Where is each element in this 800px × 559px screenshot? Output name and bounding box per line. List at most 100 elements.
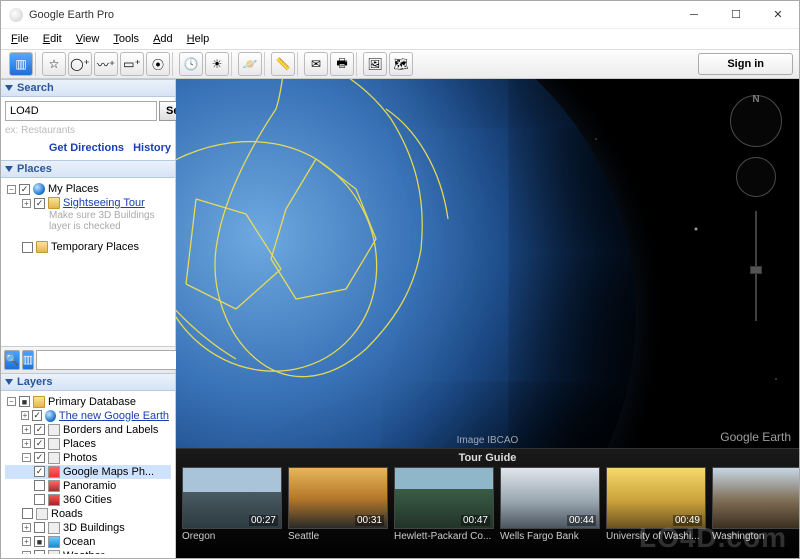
thumb-caption: Hewlett-Packard Co... [394, 529, 494, 542]
layer-icon [48, 550, 60, 555]
path-button[interactable]: 〰⁺ [94, 52, 118, 76]
layer-icon [48, 424, 60, 436]
zoom-handle[interactable] [750, 266, 762, 274]
layer-roads[interactable]: Roads [5, 507, 171, 521]
temporary-places-node[interactable]: Temporary Places [5, 240, 171, 254]
layer-ocean[interactable]: +■ Ocean [5, 535, 171, 549]
time-slider-button[interactable]: 🕓 [179, 52, 203, 76]
menu-tools[interactable]: Tools [107, 31, 145, 47]
layer-primary-db[interactable]: −■ Primary Database [5, 395, 171, 409]
layer-360cities[interactable]: 360 Cities [5, 493, 171, 507]
close-button[interactable]: ✕ [757, 1, 799, 29]
thumb-caption: Oregon [182, 529, 282, 542]
layer-borders[interactable]: +✓ Borders and Labels [5, 423, 171, 437]
layer-icon [36, 508, 48, 520]
globe-icon [33, 183, 45, 195]
globe-view[interactable]: N Google Earth Image IBCAO Tour Guide 00… [176, 79, 799, 558]
menu-edit[interactable]: Edit [37, 31, 68, 47]
toggle-sidebar-button[interactable]: ▥ [9, 52, 33, 76]
signin-button[interactable]: Sign in [698, 53, 793, 75]
layer-icon [48, 536, 60, 548]
play-tour-button[interactable]: ▥ [22, 350, 34, 370]
layer-3d-buildings[interactable]: + 3D Buildings [5, 521, 171, 535]
places-panel-label: Places [17, 163, 52, 175]
globe-icon [45, 410, 56, 422]
sightseeing-hint: Make sure 3D Buildings layer is checked [49, 210, 171, 232]
tour-thumb[interactable]: 00:49University of Washi... [606, 467, 706, 542]
layer-photos[interactable]: −✓ Photos [5, 451, 171, 465]
layers-panel-header[interactable]: Layers [1, 373, 175, 391]
layer-icon [48, 494, 60, 506]
duration-label: 00:27 [249, 515, 278, 526]
minimize-button[interactable]: ─ [673, 1, 715, 29]
menu-view[interactable]: View [70, 31, 106, 47]
expander-icon[interactable]: + [22, 199, 31, 208]
checkbox[interactable] [22, 242, 33, 253]
menu-add[interactable]: Add [147, 31, 179, 47]
history-link[interactable]: History [133, 142, 171, 154]
folder-icon [33, 396, 45, 408]
email-button[interactable]: ✉ [304, 52, 328, 76]
layer-weather[interactable]: + Weather [5, 549, 171, 555]
view-maps-button[interactable]: 🗺 [389, 52, 413, 76]
duration-label: 00:47 [461, 515, 490, 526]
planets-button[interactable]: 🪐 [238, 52, 262, 76]
tour-guide-panel: Tour Guide 00:27 Oregon 00:31Seattle 00:47 H… [176, 448, 799, 558]
layers-panel-label: Layers [17, 376, 52, 388]
places-filter-input[interactable] [36, 350, 180, 370]
layer-icon [48, 480, 60, 492]
checkbox[interactable]: ✓ [19, 184, 30, 195]
thumb-caption: Seattle [288, 529, 388, 542]
north-indicator: N [752, 94, 759, 105]
duration-label: 00:49 [673, 515, 702, 526]
search-hint: ex: Restaurants [5, 123, 171, 138]
sunlight-button[interactable]: ☀ [205, 52, 229, 76]
look-compass[interactable]: N [730, 95, 782, 147]
save-image-button[interactable]: 🖼 [363, 52, 387, 76]
sightseeing-label[interactable]: Sightseeing Tour [63, 197, 145, 209]
sightseeing-node[interactable]: + ✓ Sightseeing Tour [5, 196, 171, 210]
thumb-caption: Washington [712, 529, 799, 542]
app-icon [9, 8, 23, 22]
window-title: Google Earth Pro [29, 9, 673, 21]
layer-icon [48, 452, 60, 464]
search-places-button[interactable]: 🔍 [4, 350, 20, 370]
tour-thumb[interactable]: Washington [712, 467, 799, 542]
ruler-button[interactable]: 📏 [271, 52, 295, 76]
print-button[interactable]: 🖶 [330, 52, 354, 76]
layer-icon [48, 522, 60, 534]
my-places-node[interactable]: − ✓ My Places [5, 182, 171, 196]
placemark-button[interactable]: ☆ [42, 52, 66, 76]
tour-thumb[interactable]: 00:44 Wells Fargo Bank [500, 467, 600, 542]
move-joystick[interactable] [736, 157, 776, 197]
collapse-icon [5, 166, 13, 172]
layer-panoramio[interactable]: Panoramio [5, 479, 171, 493]
tour-thumb[interactable]: 00:27 Oregon [182, 467, 282, 542]
search-input[interactable] [5, 101, 157, 121]
zoom-slider[interactable] [755, 211, 757, 321]
menu-bar: File Edit View Tools Add Help [1, 29, 799, 49]
maximize-button[interactable]: ☐ [715, 1, 757, 29]
tour-guide-title: Tour Guide [176, 449, 799, 467]
search-panel-label: Search [17, 82, 54, 94]
layer-places[interactable]: +✓ Places [5, 437, 171, 451]
menu-help[interactable]: Help [181, 31, 216, 47]
image-overlay-button[interactable]: ▭⁺ [120, 52, 144, 76]
temporary-places-label: Temporary Places [51, 241, 139, 253]
duration-label: 00:44 [567, 515, 596, 526]
get-directions-link[interactable]: Get Directions [49, 142, 124, 154]
thumb-caption: Wells Fargo Bank [500, 529, 600, 542]
record-tour-button[interactable]: ⦿ [146, 52, 170, 76]
collapse-icon [5, 379, 13, 385]
tour-thumb[interactable]: 00:47 Hewlett-Packard Co... [394, 467, 494, 542]
places-panel-header[interactable]: Places [1, 160, 175, 178]
layer-new-google-earth[interactable]: +✓ The new Google Earth [5, 409, 171, 423]
search-panel-header[interactable]: Search [1, 79, 175, 97]
layer-gmaps-photos[interactable]: ✓ Google Maps Ph... [5, 465, 171, 479]
folder-icon [36, 241, 48, 253]
checkbox[interactable]: ✓ [34, 198, 45, 209]
menu-file[interactable]: File [5, 31, 35, 47]
expander-icon[interactable]: − [7, 185, 16, 194]
tour-thumb[interactable]: 00:31Seattle [288, 467, 388, 542]
polygon-button[interactable]: ◯⁺ [68, 52, 92, 76]
